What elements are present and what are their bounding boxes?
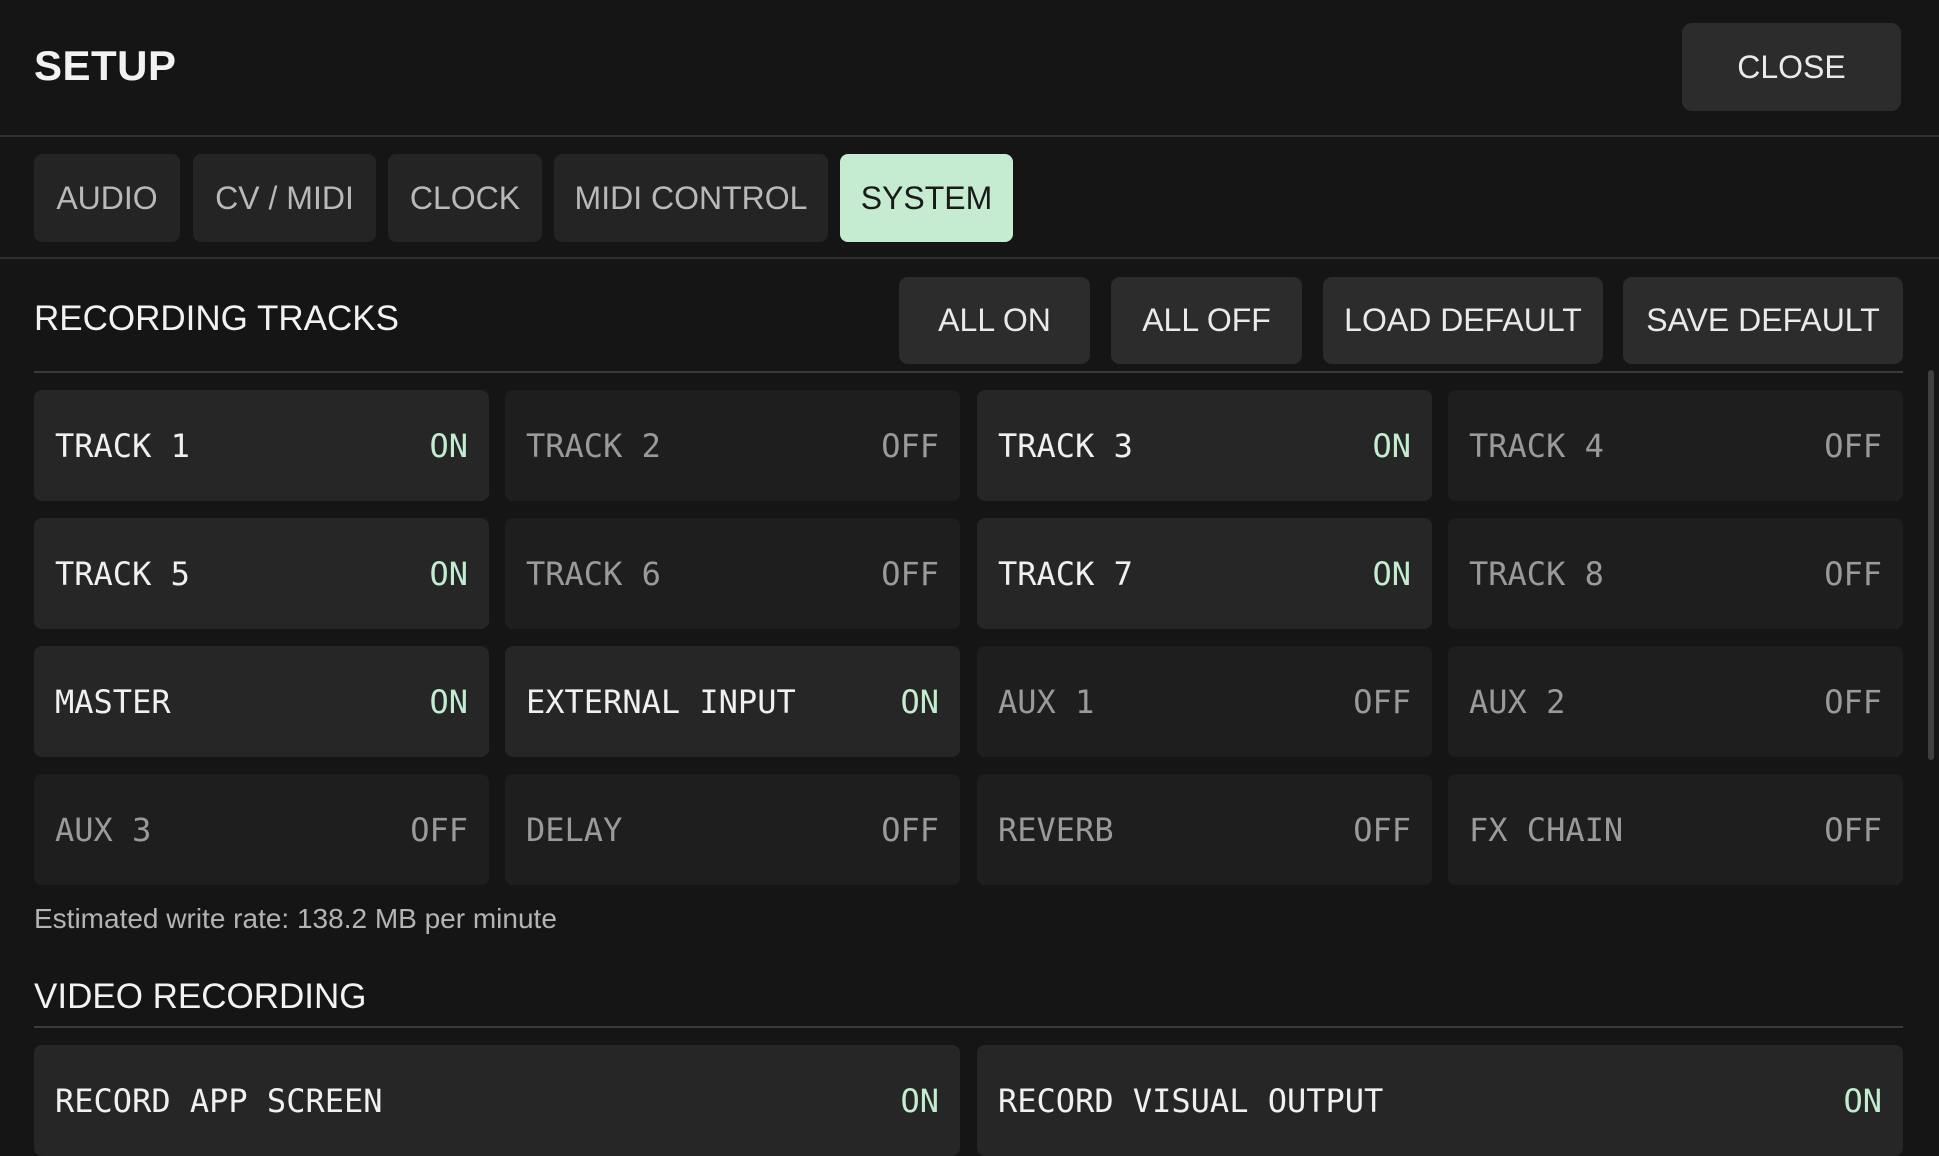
track-state: OFF xyxy=(881,810,939,849)
track-toggle-delay[interactable]: DELAY OFF xyxy=(505,774,960,885)
video-toggle-record-app-screen[interactable]: RECORD APP SCREEN ON xyxy=(34,1045,960,1156)
video-recording-divider xyxy=(34,1026,1903,1028)
track-label: TRACK 6 xyxy=(526,554,661,593)
all-off-button[interactable]: ALL OFF xyxy=(1111,277,1302,364)
track-state: OFF xyxy=(1824,682,1882,721)
track-state: ON xyxy=(429,682,468,721)
track-state: OFF xyxy=(881,554,939,593)
recording-tracks-title: RECORDING TRACKS xyxy=(34,299,399,338)
track-state: ON xyxy=(1372,426,1411,465)
track-toggle-track-5[interactable]: TRACK 5 ON xyxy=(34,518,489,629)
scrollbar[interactable] xyxy=(1928,370,1934,760)
track-state: ON xyxy=(429,426,468,465)
recording-tracks-divider xyxy=(34,371,1903,373)
track-label: TRACK 4 xyxy=(1469,426,1604,465)
track-label: TRACK 2 xyxy=(526,426,661,465)
track-label: TRACK 5 xyxy=(55,554,190,593)
tab-midi-control[interactable]: MIDI CONTROL xyxy=(554,154,828,242)
track-toggle-aux-3[interactable]: AUX 3 OFF xyxy=(34,774,489,885)
track-state: OFF xyxy=(410,810,468,849)
video-option-label: RECORD VISUAL OUTPUT xyxy=(998,1081,1384,1120)
track-label: REVERB xyxy=(998,810,1114,849)
tab-audio[interactable]: AUDIO xyxy=(34,154,180,242)
video-option-state: ON xyxy=(1843,1081,1882,1120)
setup-header: SETUP CLOSE xyxy=(0,0,1939,137)
track-label: AUX 3 xyxy=(55,810,152,849)
track-label: AUX 1 xyxy=(998,682,1095,721)
track-toggle-track-7[interactable]: TRACK 7 ON xyxy=(977,518,1432,629)
load-default-button[interactable]: LOAD DEFAULT xyxy=(1323,277,1603,364)
video-option-label: RECORD APP SCREEN xyxy=(55,1081,383,1120)
track-toggle-reverb[interactable]: REVERB OFF xyxy=(977,774,1432,885)
video-toggle-record-visual-output[interactable]: RECORD VISUAL OUTPUT ON xyxy=(977,1045,1903,1156)
tab-system[interactable]: SYSTEM xyxy=(840,154,1013,242)
track-label: TRACK 1 xyxy=(55,426,190,465)
tab-clock[interactable]: CLOCK xyxy=(388,154,542,242)
track-label: AUX 2 xyxy=(1469,682,1566,721)
track-label: TRACK 8 xyxy=(1469,554,1604,593)
track-toggle-track-2[interactable]: TRACK 2 OFF xyxy=(505,390,960,501)
video-option-state: ON xyxy=(900,1081,939,1120)
tab-bar: AUDIO CV / MIDI CLOCK MIDI CONTROL SYSTE… xyxy=(0,137,1939,259)
track-state: ON xyxy=(1372,554,1411,593)
write-rate-note: Estimated write rate: 138.2 MB per minut… xyxy=(34,903,557,934)
track-label: TRACK 7 xyxy=(998,554,1133,593)
track-label: MASTER xyxy=(55,682,171,721)
track-state: OFF xyxy=(1824,554,1882,593)
track-toggle-track-4[interactable]: TRACK 4 OFF xyxy=(1448,390,1903,501)
track-toggle-external-input[interactable]: EXTERNAL INPUT ON xyxy=(505,646,960,757)
track-state: OFF xyxy=(881,426,939,465)
track-state: OFF xyxy=(1824,426,1882,465)
close-button[interactable]: CLOSE xyxy=(1682,23,1901,111)
track-label: DELAY xyxy=(526,810,623,849)
track-label: EXTERNAL INPUT xyxy=(526,682,796,721)
video-recording-title: VIDEO RECORDING xyxy=(34,977,367,1016)
track-toggle-master[interactable]: MASTER ON xyxy=(34,646,489,757)
track-toggle-aux-2[interactable]: AUX 2 OFF xyxy=(1448,646,1903,757)
track-state: ON xyxy=(900,682,939,721)
track-state: ON xyxy=(429,554,468,593)
track-state: OFF xyxy=(1353,682,1411,721)
track-toggle-aux-1[interactable]: AUX 1 OFF xyxy=(977,646,1432,757)
tab-cv-midi[interactable]: CV / MIDI xyxy=(193,154,376,242)
track-toggle-fx-chain[interactable]: FX CHAIN OFF xyxy=(1448,774,1903,885)
track-label: FX CHAIN xyxy=(1469,810,1624,849)
track-toggle-track-3[interactable]: TRACK 3 ON xyxy=(977,390,1432,501)
track-toggle-track-1[interactable]: TRACK 1 ON xyxy=(34,390,489,501)
track-state: OFF xyxy=(1824,810,1882,849)
page-title: SETUP xyxy=(34,42,177,89)
all-on-button[interactable]: ALL ON xyxy=(899,277,1090,364)
track-label: TRACK 3 xyxy=(998,426,1133,465)
track-toggle-track-6[interactable]: TRACK 6 OFF xyxy=(505,518,960,629)
track-state: OFF xyxy=(1353,810,1411,849)
track-toggle-track-8[interactable]: TRACK 8 OFF xyxy=(1448,518,1903,629)
save-default-button[interactable]: SAVE DEFAULT xyxy=(1623,277,1903,364)
